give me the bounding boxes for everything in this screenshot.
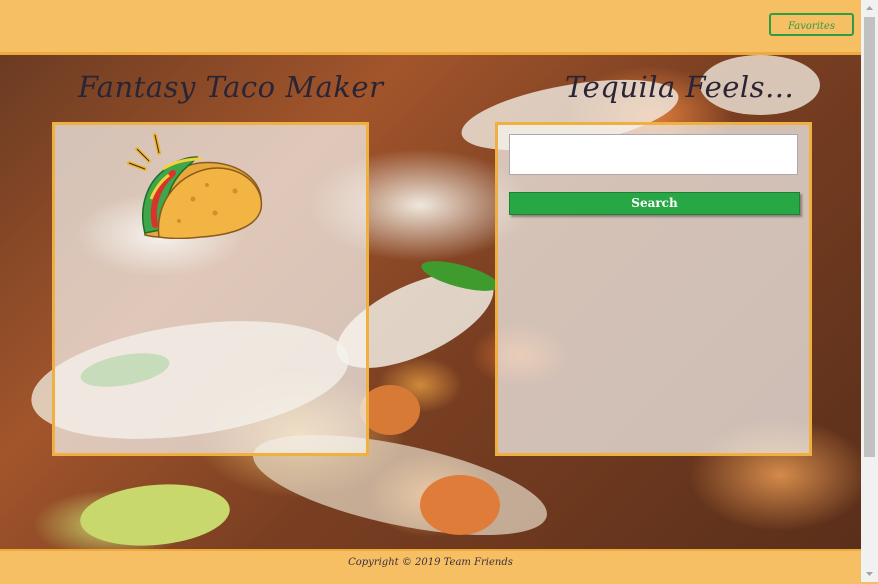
search-button[interactable]: Search <box>509 192 800 215</box>
tequila-panel: Search <box>495 122 812 456</box>
arrow-down-icon[interactable] <box>861 565 878 582</box>
bg-shape <box>77 478 233 549</box>
taco-icon <box>127 133 263 239</box>
scrollbar-thumb[interactable] <box>864 17 875 457</box>
copyright-text: Copyright © 2019 Team Friends <box>348 557 513 568</box>
bg-shape <box>360 385 420 435</box>
taco-maker-panel <box>52 122 369 456</box>
favorites-button[interactable]: Favorites <box>769 13 854 36</box>
arrow-up-icon[interactable] <box>861 0 878 17</box>
bg-shape <box>420 475 500 535</box>
taco-maker-title: Fantasy Taco Maker <box>78 70 384 104</box>
top-nav-bar: Favorites <box>0 0 861 55</box>
search-input[interactable] <box>509 134 798 175</box>
vertical-scrollbar[interactable] <box>861 0 878 582</box>
tequila-title: Tequila Feels... <box>565 70 795 104</box>
footer: Copyright © 2019 Team Friends <box>0 549 861 584</box>
